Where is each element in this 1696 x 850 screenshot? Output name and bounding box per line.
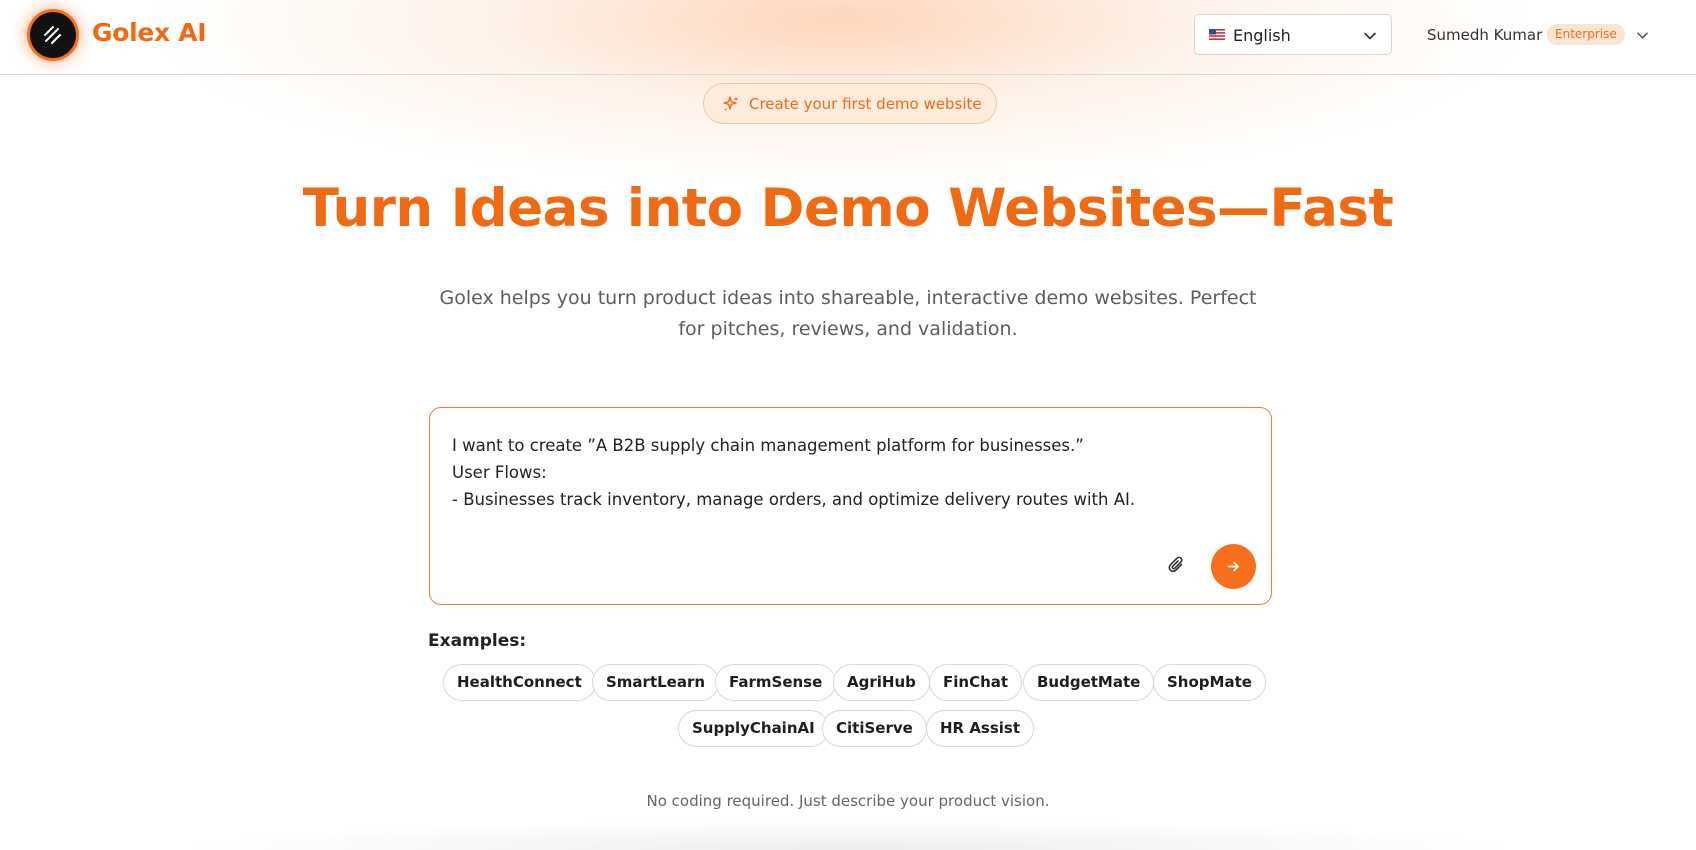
example-chip-agrihub[interactable]: AgriHub	[833, 664, 930, 701]
prompt-input[interactable]: I want to create ”A B2B supply chain man…	[429, 407, 1272, 605]
example-chip-finchat[interactable]: FinChat	[929, 664, 1023, 701]
language-select[interactable]: English	[1194, 14, 1392, 55]
example-chip-shopmate[interactable]: ShopMate	[1153, 664, 1266, 701]
hero-subtitle: Golex helps you turn product ideas into …	[439, 287, 1257, 340]
chevron-down-icon	[1364, 32, 1376, 40]
bottom-shadow	[170, 820, 1530, 850]
example-chip-citiserve[interactable]: CitiServe	[822, 710, 927, 747]
example-chip-supplychainai[interactable]: SupplyChainAI	[678, 710, 829, 747]
create-demo-promo-button[interactable]: Create your first demo website	[703, 83, 997, 124]
hero-title: Turn Ideas into Demo Websites—Fast	[302, 178, 1394, 239]
sparkles-icon	[723, 96, 739, 111]
promo-label: Create your first demo website	[749, 95, 982, 113]
top-bar: Golex AI English Sumedh Kumar Enterprise	[0, 0, 1696, 75]
three-slash-logo-icon[interactable]	[30, 12, 76, 58]
footnote: No coding required. Just describe your p…	[646, 792, 1050, 810]
page: Golex AI English Sumedh Kumar Enterprise	[0, 0, 1696, 850]
example-chip-smartlearn[interactable]: SmartLearn	[592, 664, 720, 701]
send-button[interactable]	[1211, 544, 1256, 589]
user-menu-chevron-icon[interactable]	[1636, 29, 1649, 42]
example-chip-budgetmate[interactable]: BudgetMate	[1023, 664, 1155, 701]
example-chip-hr-assist[interactable]: HR Assist	[926, 710, 1035, 747]
arrow-right-icon	[1227, 561, 1239, 572]
paperclip-icon[interactable]	[1167, 555, 1187, 575]
user-name[interactable]: Sumedh Kumar	[1427, 26, 1542, 44]
examples-label: Examples:	[428, 631, 527, 651]
language-label: English	[1233, 26, 1291, 45]
us-flag-icon	[1209, 29, 1225, 40]
plan-badge: Enterprise	[1547, 24, 1625, 45]
prompt-text[interactable]: I want to create ”A B2B supply chain man…	[452, 432, 1232, 513]
brand-name[interactable]: Golex AI	[92, 18, 207, 47]
example-chip-healthconnect[interactable]: HealthConnect	[443, 664, 596, 701]
example-chip-farmsense[interactable]: FarmSense	[715, 664, 837, 701]
